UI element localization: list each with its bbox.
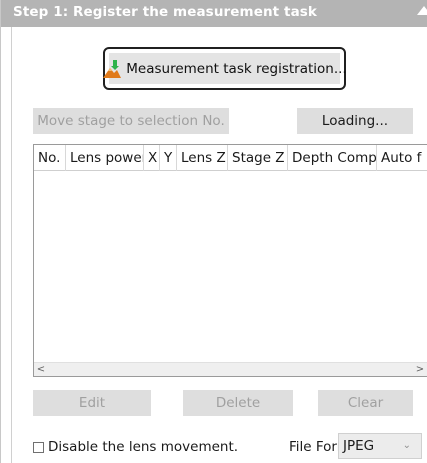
chevron-down-icon: ⌄ [402, 440, 411, 451]
clear-button[interactable]: Clear [318, 390, 413, 416]
column-header-no[interactable]: No. [34, 145, 66, 171]
disable-lens-movement-option[interactable]: Disable the lens movement. [33, 437, 238, 457]
triangle-up-icon[interactable] [417, 6, 427, 15]
column-header-depth-comp[interactable]: Depth Comp [288, 145, 377, 171]
measurement-task-table[interactable]: No. Lens power X Y Lens Z Stage Z Depth … [33, 144, 427, 377]
column-header-y[interactable]: Y [160, 145, 177, 171]
measurement-task-registration-button[interactable]: Measurement task registration... [103, 47, 347, 90]
disable-lens-label: Disable the lens movement. [48, 439, 239, 455]
loading-button[interactable]: Loading... [297, 108, 413, 134]
column-header-lens-z[interactable]: Lens Z [177, 145, 228, 171]
delete-button[interactable]: Delete [183, 390, 293, 416]
section-header[interactable]: Step 1: Register the measurement task [1, 0, 427, 27]
column-header-lens-power[interactable]: Lens power [66, 145, 144, 171]
file-format-value: JPEG [343, 438, 375, 454]
section-title: Step 1: Register the measurement task [13, 4, 318, 20]
scroll-right-arrow-icon[interactable]: > [413, 363, 427, 376]
task-registration-panel: Step 1: Register the measurement task Me… [0, 0, 427, 463]
disable-lens-checkbox[interactable] [33, 441, 44, 453]
registration-button-label: Measurement task registration... [126, 60, 347, 77]
scroll-left-arrow-icon[interactable]: < [34, 363, 48, 376]
mountain-download-icon [102, 59, 122, 79]
column-header-stage-z[interactable]: Stage Z [228, 145, 288, 171]
registration-button-face[interactable]: Measurement task registration... [103, 53, 347, 84]
move-stage-button[interactable]: Move stage to selection No. [33, 108, 229, 134]
file-format-select[interactable]: JPEG ⌄ [338, 433, 422, 459]
table-header: No. Lens power X Y Lens Z Stage Z Depth … [34, 145, 427, 171]
horizontal-scrollbar[interactable]: < > [34, 362, 427, 376]
edit-button[interactable]: Edit [33, 390, 151, 416]
column-header-auto-f[interactable]: Auto f [377, 145, 427, 171]
column-header-x[interactable]: X [144, 145, 160, 171]
